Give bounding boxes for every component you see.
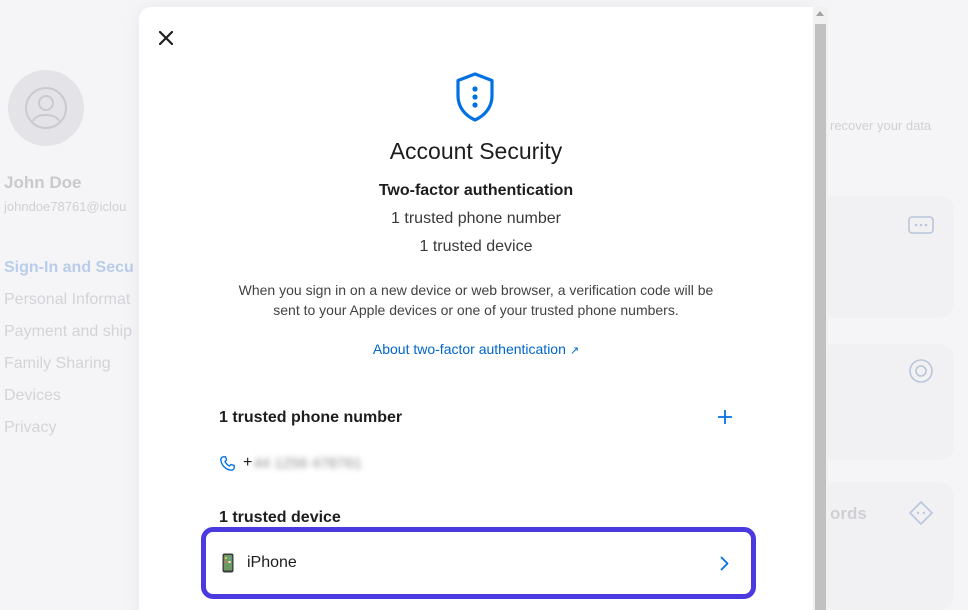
dialog-title: Account Security xyxy=(389,138,563,164)
phone-country-prefix: + xyxy=(243,454,253,471)
sidebar-item-privacy[interactable]: Privacy xyxy=(4,418,134,450)
shield-icon xyxy=(456,72,494,122)
sidebar-nav: Sign-In and Secu Personal Informat Payme… xyxy=(4,258,134,450)
tfa-phone-summary: 1 trusted phone number xyxy=(391,210,561,227)
sidebar-item-personal-information[interactable]: Personal Informat xyxy=(4,290,134,322)
sidebar-item-sign-in-security[interactable]: Sign-In and Secu xyxy=(4,258,134,290)
user-name: John Doe xyxy=(4,173,82,192)
avatar xyxy=(8,70,84,146)
scrollbar-thumb[interactable] xyxy=(815,24,826,610)
tfa-description: When you sign in on a new device or web … xyxy=(238,282,714,318)
add-phone-button[interactable] xyxy=(715,407,735,427)
trusted-phone-row[interactable]: + 44 1256 478761 xyxy=(219,453,362,473)
dialog-scrollbar[interactable] xyxy=(813,7,828,610)
about-tfa-link-label: About two-factor authentication xyxy=(372,341,566,357)
about-tfa-link[interactable]: About two-factor authentication ↗ xyxy=(139,341,813,357)
lifebuoy-icon xyxy=(908,358,934,390)
person-icon xyxy=(25,87,67,129)
chevron-right-icon xyxy=(720,556,729,570)
background-card xyxy=(820,344,954,460)
device-name: iPhone xyxy=(247,554,297,571)
tfa-heading: Two-factor authentication xyxy=(378,182,574,199)
arrow-up-right-icon: ↗ xyxy=(569,345,580,357)
diamond-icon xyxy=(908,500,934,532)
scroll-up-arrow-icon[interactable] xyxy=(816,11,824,16)
background-card xyxy=(820,482,954,610)
plus-icon xyxy=(718,410,732,424)
close-button[interactable] xyxy=(155,27,177,49)
message-icon xyxy=(908,214,934,240)
user-email: johndoe78761@iclou xyxy=(4,199,127,214)
sidebar-item-payment-shipping[interactable]: Payment and ship xyxy=(4,322,134,354)
phone-number-masked: 44 1256 478761 xyxy=(253,454,362,472)
trusted-phone-section-title: 1 trusted phone number xyxy=(219,409,403,426)
device-row-iphone[interactable]: iPhone xyxy=(206,532,751,594)
tfa-device-summary: 1 trusted device xyxy=(419,238,533,255)
sidebar-item-family-sharing[interactable]: Family Sharing xyxy=(4,354,134,386)
background-description: recover your data xyxy=(830,118,932,133)
background-card-label: ords xyxy=(830,504,867,523)
background-card xyxy=(820,196,954,318)
trusted-device-section-title: 1 trusted device xyxy=(219,509,341,526)
close-icon xyxy=(159,31,173,45)
iphone-icon xyxy=(222,553,234,573)
sidebar-item-devices[interactable]: Devices xyxy=(4,386,134,418)
phone-icon xyxy=(220,455,235,471)
account-security-dialog: Account Security Two-factor authenticati… xyxy=(139,7,813,610)
